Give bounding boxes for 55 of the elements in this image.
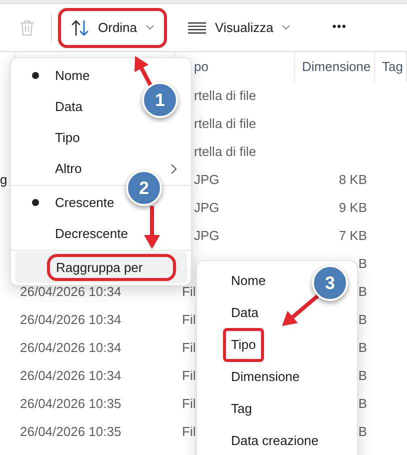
size-cell-text: 8 KB [338, 171, 367, 190]
pointer-arrow [282, 292, 322, 326]
pointer-arrow [144, 206, 160, 249]
menu-item[interactable]: Tipo [15, 122, 86, 153]
type-cell: JPG [194, 200, 220, 216]
trash-icon [20, 20, 34, 36]
type-cell: JPG [194, 228, 220, 244]
size-cell-text: B [358, 423, 367, 442]
size-cell-text: B [358, 395, 367, 414]
menu-item[interactable]: Data [15, 91, 88, 122]
type-cell: Fil [182, 340, 196, 356]
type-cell: Fil [182, 368, 196, 384]
type-cell: rtella di file [194, 116, 256, 132]
view-button[interactable]: Visualizza [175, 10, 304, 44]
size-cell-text: B [358, 311, 367, 330]
menu-item[interactable]: Nome [197, 265, 274, 297]
size-cell-text: B [358, 339, 367, 358]
lines-icon [188, 22, 206, 34]
type-cell: Fil [182, 424, 196, 440]
size-cell-text: B [358, 255, 367, 274]
caret-icon [282, 25, 290, 30]
sort-button[interactable]: Ordina [58, 8, 168, 48]
caret-icon [146, 25, 154, 30]
menu-item[interactable]: Tag [197, 393, 260, 425]
date-cell: 26/04/2026 10:34 [20, 312, 122, 328]
column-header[interactable]: po [194, 57, 208, 77]
menu-item[interactable]: Data [197, 297, 266, 329]
type-cell: rtella di file [194, 88, 256, 104]
date-cell: 26/04/2026 10:34 [20, 368, 122, 384]
size-cell-text: 9 KB [338, 199, 367, 218]
column-header[interactable]: Tag [382, 57, 403, 77]
menu-item[interactable]: Nome [15, 60, 96, 91]
date-cell: 26/04/2026 10:34 [20, 340, 122, 356]
type-cell: Fil [182, 284, 196, 300]
menu-item[interactable]: Decrescente [15, 218, 134, 249]
submenu-item[interactable]: Raggruppa per [15, 252, 187, 283]
bullet-icon [32, 199, 38, 206]
type-cell: Fil [182, 396, 196, 412]
bullet-icon [32, 72, 38, 79]
menu-item[interactable]: Data creazione [197, 425, 326, 455]
date-cell: 26/04/2026 10:35 [20, 396, 122, 412]
menu-item[interactable]: Crescente [15, 187, 120, 218]
sort-arrows-icon [71, 20, 89, 36]
size-cell-text: 7 KB [338, 227, 367, 246]
date-cell: 26/04/2026 10:35 [20, 424, 122, 440]
type-cell: Fil [182, 312, 196, 328]
type-cell: JPG [194, 172, 220, 188]
more-options-button[interactable]: ••• [319, 10, 360, 44]
file-name-cell: g [0, 172, 8, 188]
size-cell-text: B [358, 283, 367, 302]
column-header[interactable]: Dimensione [302, 57, 371, 77]
menu-item[interactable]: Dimensione [197, 361, 308, 393]
size-cell-text: B [358, 367, 367, 386]
type-cell: rtella di file [194, 144, 256, 160]
date-cell: 26/04/2026 10:34 [20, 284, 122, 300]
